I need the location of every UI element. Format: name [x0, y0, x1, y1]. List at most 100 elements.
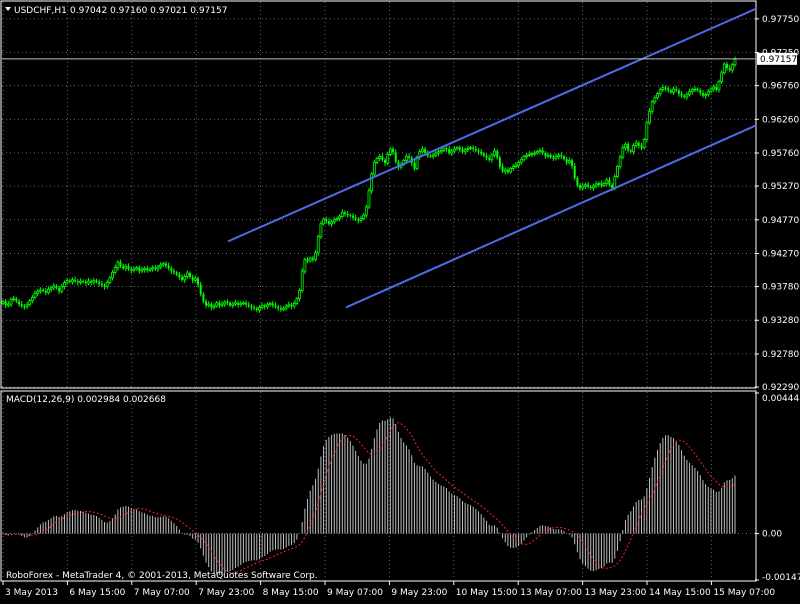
candle-bull	[65, 280, 69, 283]
candle-bull	[116, 261, 120, 269]
chart-window[interactable]: 0.977500.972500.967600.962600.957600.952…	[0, 0, 800, 600]
candle-bear	[413, 163, 416, 169]
candle-bull	[372, 162, 376, 175]
candle-bull	[648, 110, 651, 124]
candle-bear	[637, 142, 640, 146]
candle-bull	[517, 162, 521, 166]
candle-bull	[359, 218, 363, 221]
symbol-label: USDCHF,H1	[14, 6, 67, 16]
candle-bear	[15, 298, 18, 302]
candle-bear	[250, 306, 253, 308]
candle-bull	[720, 72, 724, 82]
candle-bull	[583, 184, 587, 187]
candle-bear	[210, 304, 213, 308]
price-tick-label: 0.97750	[762, 15, 799, 25]
candle-bull	[688, 91, 691, 95]
candle-bear	[677, 90, 680, 94]
time-tick-label: 14 May 15:00	[649, 588, 711, 598]
candle-bull	[6, 303, 10, 306]
candle-bull	[111, 271, 114, 279]
candle-bull	[624, 143, 627, 149]
candle-bull	[503, 169, 507, 172]
candle-bear	[472, 147, 475, 149]
candle-bull	[242, 302, 245, 305]
candle-bear	[154, 267, 157, 270]
candle-bull	[527, 153, 531, 156]
candle-bear	[351, 215, 354, 218]
candle-bear	[146, 268, 149, 271]
candle-bear	[629, 150, 632, 152]
candle-bear	[664, 87, 667, 89]
candle-bull	[260, 305, 264, 308]
candle-bear	[255, 308, 258, 311]
candle-bull	[338, 216, 342, 219]
candle-bull	[421, 148, 424, 153]
candle-bull	[322, 218, 325, 225]
candle-bull	[605, 179, 609, 184]
candle-bull	[493, 150, 496, 156]
candle-bull	[597, 182, 601, 185]
candle-bear	[608, 180, 611, 185]
time-tick-label: 3 May 2013	[5, 588, 58, 598]
time-tick-label: 10 May 15:00	[456, 588, 518, 598]
candle-bull	[693, 88, 697, 91]
candle-bull	[49, 287, 53, 290]
candle-bull	[466, 147, 470, 151]
candle-bear	[172, 271, 175, 273]
candle-bear	[675, 88, 678, 91]
candle-bear	[325, 219, 328, 222]
candle-bull	[672, 88, 675, 93]
candle-bear	[579, 185, 582, 189]
candle-bull	[60, 286, 64, 292]
candle-bull	[258, 307, 261, 311]
candle-bull	[450, 150, 454, 154]
price-tick-label: 0.96260	[762, 115, 799, 125]
candle-bull	[303, 259, 307, 272]
candle-bull	[330, 221, 333, 225]
candle-bear	[98, 281, 101, 284]
candle-bear	[699, 90, 702, 94]
candle-bull	[367, 190, 371, 208]
candle-bear	[384, 159, 387, 164]
candle-bear	[357, 219, 360, 221]
candle-bull	[316, 236, 320, 254]
candle-bull	[124, 265, 128, 269]
candle-bear	[218, 302, 221, 306]
candle-bear	[576, 177, 579, 186]
candle-bull	[319, 223, 323, 238]
candle-bear	[18, 301, 21, 305]
candle-bull	[650, 101, 654, 112]
ohlc-label: 0.97042 0.97160 0.97021 0.97157	[70, 6, 227, 16]
candle-bull	[717, 81, 721, 91]
candle-bull	[364, 206, 368, 216]
candle-bull	[268, 302, 272, 306]
candle-bear	[103, 285, 106, 287]
candle-bear	[728, 68, 731, 71]
candle-bear	[563, 156, 566, 160]
candle-bear	[226, 302, 229, 304]
candle-bear	[715, 86, 718, 90]
candle-bear	[4, 301, 7, 306]
chart-canvas[interactable]: 0.977500.972500.967600.962600.957600.952…	[0, 0, 800, 600]
price-tick-label: 0.94270	[762, 249, 799, 259]
candle-bear	[138, 267, 141, 272]
candle-bear	[170, 268, 173, 272]
candle-bull	[733, 58, 737, 66]
candle-bear	[20, 304, 23, 307]
price-tick-label: 0.95270	[762, 182, 799, 192]
candle-bull	[706, 91, 710, 95]
candle-bull	[514, 164, 518, 167]
candle-bear	[253, 307, 256, 309]
candle-bull	[370, 173, 374, 192]
candle-bull	[642, 139, 646, 149]
candle-bear	[247, 304, 250, 307]
candle-bear	[82, 281, 85, 283]
candle-bear	[498, 157, 501, 167]
candle-bull	[362, 214, 366, 219]
candle-bear	[701, 93, 704, 96]
candle-bull	[618, 156, 622, 167]
price-tick-label: 0.95760	[762, 149, 799, 159]
candle-bear	[696, 88, 699, 91]
candle-bull	[143, 267, 146, 271]
macd-tick-label: 0.004448	[762, 394, 800, 404]
